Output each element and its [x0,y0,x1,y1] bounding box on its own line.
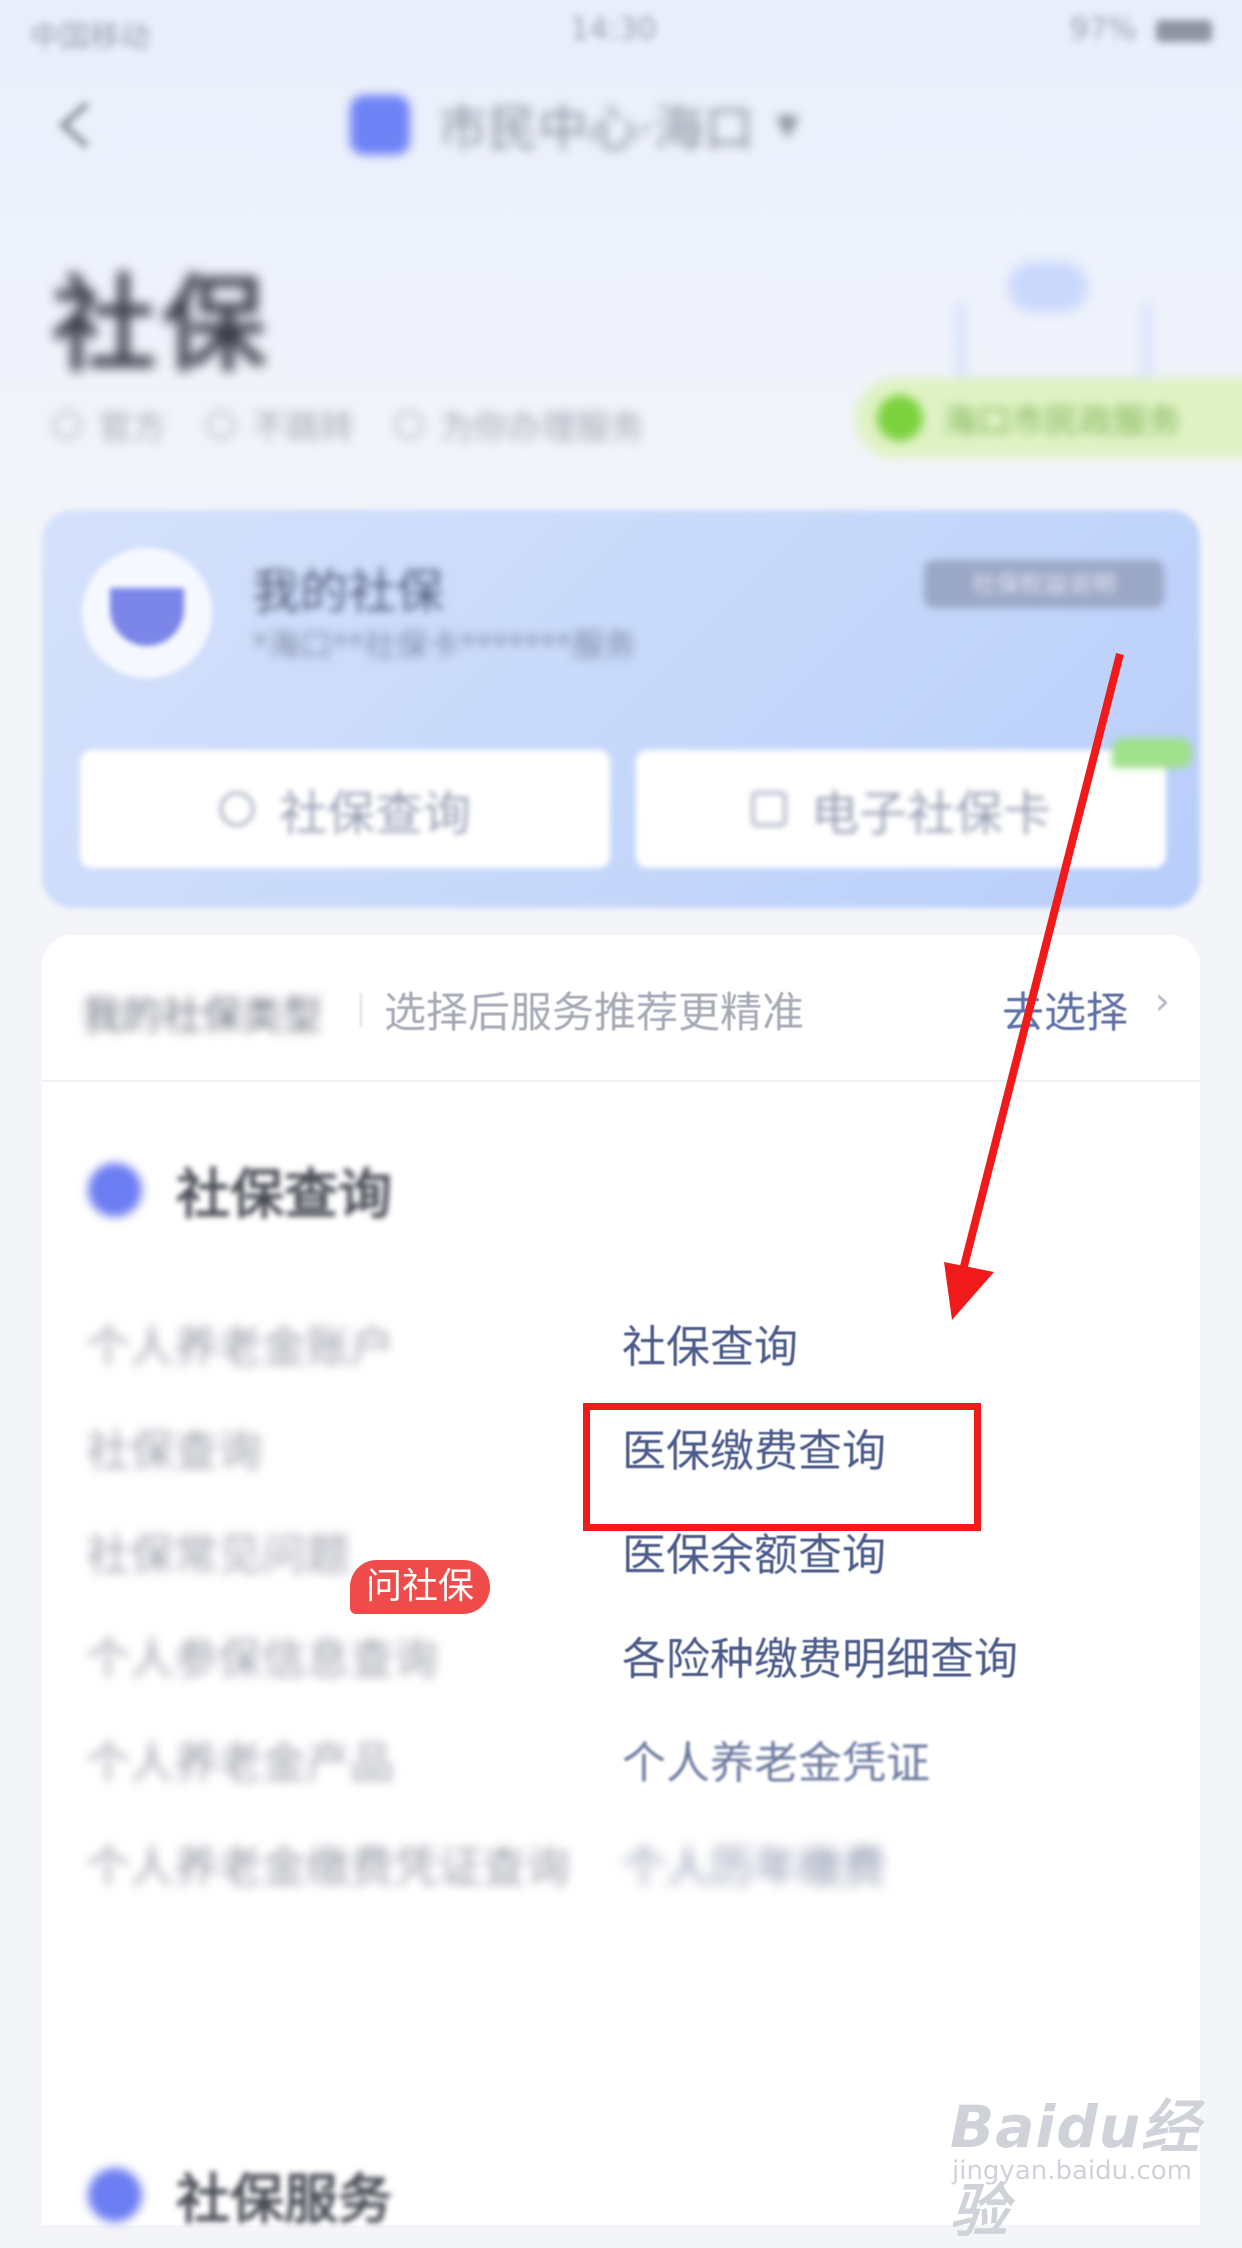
ask-badge: 问社保 [350,1560,491,1614]
card-title: 我的社保 [252,564,445,620]
page-title: 社保 [52,264,273,386]
promo-banner[interactable]: 海口市民政服务 [855,378,1242,458]
social-query-link[interactable]: 社保查询 [622,1311,798,1375]
tag-no-redirect: 不跳转 [206,400,354,449]
section-title: 社保服务 [176,2168,392,2231]
shield-icon [88,1162,142,1217]
service-icon [88,2167,142,2222]
search-icon [218,791,255,827]
app-logo-icon [350,95,410,155]
check-icon [394,409,424,440]
section-title: 社保查询 [176,1163,392,1226]
list-item[interactable]: 社保查询 [86,1415,262,1479]
check-icon [206,409,236,440]
my-social-security-card[interactable]: 我的社保 *海口**社保卡*******服务 社保权益说明 社保查询 电子社保卡 [42,510,1200,908]
list-item[interactable]: 社保常见问题 [86,1519,350,1583]
social-type-row[interactable]: 我的社保类型 选择后服务推荐更精准 去选择 › [42,935,1200,1082]
type-label: 我的社保类型 [82,993,322,1039]
section-social-service: 社保服务 [88,2155,392,2234]
list-item[interactable]: 个人养老金账户 [86,1311,394,1375]
id-card-icon [750,791,787,827]
clock: 14:30 [570,12,657,47]
insurance-detail-query-link[interactable]: 各险种缴费明细查询 [622,1623,1018,1687]
type-hint: 选择后服务推荐更精准 [384,988,805,1037]
social-query-button[interactable]: 社保查询 [80,750,610,868]
nav-bar: 市民中心·海口 ▼ [0,80,1242,170]
battery-icon [1156,19,1212,42]
back-icon[interactable] [55,100,95,150]
choose-link[interactable]: 去选择 [1002,979,1128,1040]
card-badge[interactable]: 社保权益说明 [924,560,1164,608]
avatar [82,548,212,678]
battery-indicator: 97% [1070,12,1212,47]
battery-label: 97% [1069,12,1137,47]
chevron-down-icon: ▼ [775,107,799,143]
carrier-label: 中国移动 [30,20,150,55]
divider [360,993,362,1027]
tag-official: 官方 [52,400,166,449]
list-item[interactable]: 个人参保信息查询 [86,1623,438,1687]
feature-tags: 官方 不跳转 为你办理服务 [52,400,644,449]
service-list-panel: 我的社保类型 选择后服务推荐更精准 去选择 › 社保查询 个人养老金账户 社保查… [42,935,1200,2231]
pension-voucher-link[interactable]: 个人养老金凭证 [622,1727,930,1791]
mail-illustration-icon [940,262,1160,392]
tag-service: 为你办理服务 [394,400,644,449]
promo-text: 海口市民政服务 [943,401,1181,442]
nav-title: 市民中心·海口 [438,100,754,158]
check-icon [52,409,82,440]
list-item[interactable]: 个人养老金缴费凭证查询 [86,1831,570,1895]
watermark-url: jingyan.baidu.com [952,2156,1192,2186]
list-item[interactable]: 个人养老金产品 [86,1727,394,1791]
e-social-card-button[interactable]: 电子社保卡 [636,750,1166,868]
chevron-right-icon: › [1154,979,1170,1023]
card-subtitle: *海口**社保卡*******服务 [252,626,637,664]
watermark: Baidu经验 jingyan.baidu.com [950,2080,1210,2245]
new-tag [1112,738,1192,768]
section-social-query: 社保查询 [88,1150,392,1229]
list-item[interactable]: 个人历年缴费 [622,1831,886,1895]
status-bar: 中国移动 14:30 97% [0,0,1242,60]
city-selector[interactable]: 市民中心·海口 ▼ [350,95,799,158]
highlight-box [583,1403,981,1531]
promo-icon [877,395,923,441]
